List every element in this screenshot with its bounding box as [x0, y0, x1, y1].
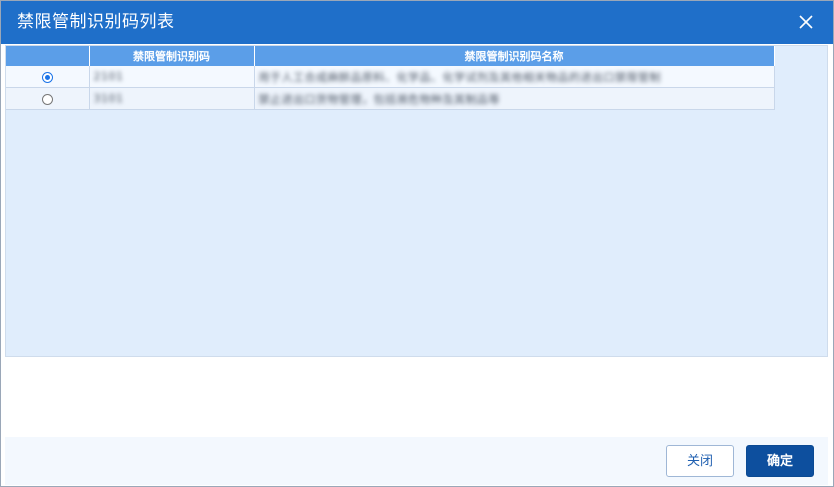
code-value: 3101 [93, 92, 124, 105]
close-button[interactable]: 关闭 [666, 445, 734, 477]
table-header-row: 禁限管制识别码 禁限管制识别码名称 [6, 46, 775, 66]
code-cell: 2101 [89, 66, 255, 88]
name-cell: 用于人工合成麻醉品原料、化学品、化学试剂及其他相关物品的进出口禁限管制 [254, 66, 775, 88]
table-row[interactable]: 3101 禁止进出口货物管理，包括濒危物种及其制品等 [6, 87, 775, 110]
code-list-dialog: 禁限管制识别码列表 禁限管制识别码 禁限管制识别码名称 2101 用于人工合成麻… [0, 0, 834, 487]
dialog-footer: 关闭 确定 [5, 437, 828, 485]
code-cell: 3101 [89, 87, 255, 110]
name-value: 用于人工合成麻醉品原料、化学品、化学试剂及其他相关物品的进出口禁限管制 [258, 70, 661, 84]
row-select-cell[interactable] [6, 87, 90, 110]
name-cell: 禁止进出口货物管理，包括濒危物种及其制品等 [254, 87, 775, 110]
table-row[interactable]: 2101 用于人工合成麻醉品原料、化学品、化学试剂及其他相关物品的进出口禁限管制 [6, 66, 775, 88]
close-icon[interactable] [795, 11, 817, 33]
confirm-button[interactable]: 确定 [746, 445, 814, 477]
row-select-cell[interactable] [6, 66, 90, 88]
name-value: 禁止进出口货物管理，包括濒危物种及其制品等 [258, 92, 500, 106]
code-table: 禁限管制识别码 禁限管制识别码名称 2101 用于人工合成麻醉品原料、化学品、化… [6, 46, 775, 110]
column-header-select [6, 46, 90, 66]
row-radio-button[interactable] [41, 71, 53, 83]
grid-area: 禁限管制识别码 禁限管制识别码名称 2101 用于人工合成麻醉品原料、化学品、化… [5, 45, 828, 357]
row-radio-button[interactable] [41, 93, 53, 105]
column-header-name: 禁限管制识别码名称 [254, 46, 775, 66]
dialog-titlebar: 禁限管制识别码列表 [1, 1, 833, 44]
column-header-code: 禁限管制识别码 [89, 46, 255, 66]
code-value: 2101 [93, 70, 124, 83]
dialog-title: 禁限管制识别码列表 [17, 12, 175, 32]
